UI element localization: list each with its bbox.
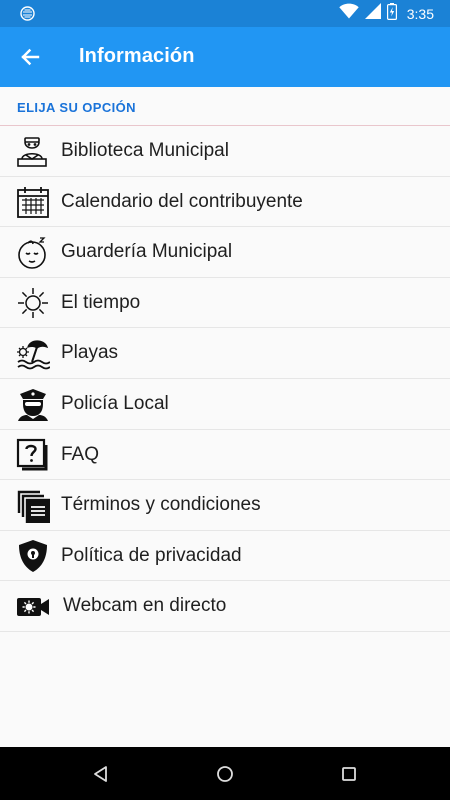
beach-icon bbox=[15, 336, 50, 371]
menu-item-terminos[interactable]: Términos y condiciones bbox=[0, 480, 450, 531]
menu-item-playas[interactable]: Playas bbox=[0, 328, 450, 379]
home-circle-icon bbox=[217, 766, 233, 782]
menu-item-label: Términos y condiciones bbox=[61, 494, 261, 516]
menu-item-calendario[interactable]: Calendario del contribuyente bbox=[0, 177, 450, 228]
menu-item-biblioteca[interactable]: Biblioteca Municipal bbox=[0, 126, 450, 177]
menu-list: Biblioteca Municipal Calendario del cont… bbox=[0, 126, 450, 632]
menu-item-label: Policía Local bbox=[61, 392, 169, 414]
menu-item-policia[interactable]: Policía Local bbox=[0, 379, 450, 430]
menu-item-faq[interactable]: FAQ bbox=[0, 430, 450, 481]
menu-item-label: Política de privacidad bbox=[61, 544, 242, 566]
calendar-icon bbox=[15, 185, 50, 220]
menu-item-label: Webcam en directo bbox=[63, 595, 227, 617]
police-officer-icon bbox=[15, 387, 50, 422]
status-bar: 3:35 bbox=[0, 0, 450, 27]
nav-recents-button[interactable] bbox=[336, 761, 362, 787]
menu-item-webcam[interactable]: Webcam en directo bbox=[0, 581, 450, 632]
shield-lock-icon bbox=[15, 539, 50, 574]
question-icon bbox=[15, 438, 50, 473]
video-camera-icon bbox=[15, 589, 50, 624]
menu-item-label: FAQ bbox=[61, 443, 100, 465]
menu-item-label: Biblioteca Municipal bbox=[61, 140, 229, 161]
menu-item-label: Guardería Municipal bbox=[61, 241, 233, 263]
document-stack-icon bbox=[15, 488, 50, 523]
nav-back-button[interactable] bbox=[88, 761, 114, 787]
cellular-signal-icon bbox=[364, 3, 381, 24]
arrow-left-icon bbox=[21, 48, 40, 66]
librarian-icon bbox=[15, 134, 50, 169]
app-bar: Información bbox=[0, 27, 450, 87]
section-header: ELIJA SU OPCIÓN bbox=[0, 87, 450, 126]
menu-item-tiempo[interactable]: El tiempo bbox=[0, 278, 450, 329]
menu-item-label: Calendario del contribuyente bbox=[61, 190, 303, 212]
back-button[interactable] bbox=[14, 41, 46, 73]
menu-item-guarderia[interactable]: Guardería Municipal bbox=[0, 227, 450, 278]
back-triangle-icon bbox=[94, 766, 107, 782]
menu-item-privacidad[interactable]: Política de privacidad bbox=[0, 531, 450, 582]
wifi-icon bbox=[339, 3, 359, 24]
nav-home-button[interactable] bbox=[212, 761, 238, 787]
notification-circle-icon bbox=[20, 6, 35, 26]
section-header-label: ELIJA SU OPCIÓN bbox=[17, 100, 136, 115]
battery-charging-icon bbox=[386, 2, 397, 25]
status-time: 3:35 bbox=[406, 5, 434, 22]
sun-icon bbox=[15, 286, 50, 321]
menu-item-label: El tiempo bbox=[61, 291, 141, 313]
system-nav-bar bbox=[0, 747, 450, 800]
page-title: Información bbox=[79, 45, 195, 67]
recents-square-icon bbox=[342, 767, 356, 781]
sleeping-baby-icon bbox=[15, 235, 50, 270]
menu-item-label: Playas bbox=[61, 342, 119, 364]
